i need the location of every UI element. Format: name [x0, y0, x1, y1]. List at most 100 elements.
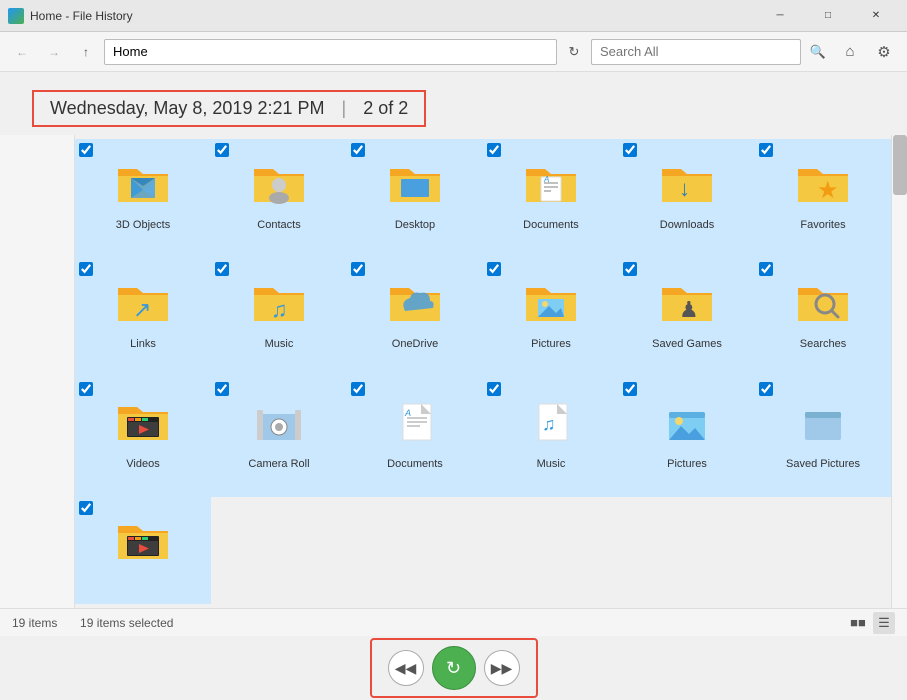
restore-button[interactable]: ↻: [432, 646, 476, 690]
status-separator: [65, 616, 72, 630]
view-controls: ■■ ☰: [847, 612, 895, 634]
svg-text:♟: ♟: [679, 297, 699, 322]
item-checkbox[interactable]: [215, 262, 229, 276]
file-music2-icon: ♫: [515, 384, 587, 456]
folder-searches-icon: [787, 264, 859, 336]
list-item[interactable]: [75, 497, 211, 604]
item-checkbox[interactable]: [623, 143, 637, 157]
item-label: Pictures: [531, 338, 571, 350]
grid-view-button[interactable]: ■■: [847, 612, 869, 634]
item-checkbox[interactable]: [79, 382, 93, 396]
item-checkbox[interactable]: [79, 143, 93, 157]
folder-documents-icon: A: [515, 145, 587, 217]
list-item[interactable]: 3D Objects: [75, 139, 211, 258]
forward-button[interactable]: →: [40, 38, 68, 66]
list-item[interactable]: Searches: [755, 258, 891, 377]
folder-downloads-icon: ↓: [651, 145, 723, 217]
item-checkbox[interactable]: [487, 143, 501, 157]
item-checkbox[interactable]: [759, 382, 773, 396]
window-controls: ─ □ ✕: [757, 0, 899, 32]
search-input[interactable]: [591, 39, 801, 65]
svg-text:↗: ↗: [133, 297, 151, 322]
list-item[interactable]: Pictures: [619, 378, 755, 497]
playback-controls-box: ◀◀ ↻ ▶▶: [370, 638, 538, 698]
home-button[interactable]: ⌂: [835, 38, 865, 66]
bottom-controls: ◀◀ ↻ ▶▶: [0, 636, 907, 700]
svg-text:★: ★: [817, 177, 839, 204]
item-checkbox[interactable]: [623, 262, 637, 276]
list-view-button[interactable]: ☰: [873, 612, 895, 634]
folder-desktop-icon: [379, 145, 451, 217]
list-item[interactable]: ♟ Saved Games: [619, 258, 755, 377]
list-item[interactable]: ♫ Music: [483, 378, 619, 497]
item-label: Documents: [387, 458, 443, 470]
item-checkbox[interactable]: [623, 382, 637, 396]
list-item[interactable]: OneDrive: [347, 258, 483, 377]
item-checkbox[interactable]: [759, 143, 773, 157]
list-item[interactable]: Videos: [75, 378, 211, 497]
item-checkbox[interactable]: [351, 262, 365, 276]
item-label: Videos: [126, 458, 159, 470]
item-checkbox[interactable]: [351, 382, 365, 396]
item-label: Music: [537, 458, 566, 470]
item-checkbox[interactable]: [79, 262, 93, 276]
svg-text:↓: ↓: [679, 176, 690, 201]
maximize-button[interactable]: □: [805, 0, 851, 32]
back-button[interactable]: ←: [8, 38, 36, 66]
item-label: Contacts: [257, 219, 300, 231]
settings-button[interactable]: ⚙: [869, 38, 899, 66]
item-label: Downloads: [660, 219, 714, 231]
item-label: OneDrive: [392, 338, 438, 350]
date-separator: |: [342, 98, 347, 118]
item-label: Links: [130, 338, 156, 350]
folder-videos-icon: [107, 384, 179, 456]
list-item[interactable]: Pictures: [483, 258, 619, 377]
list-item[interactable]: Camera Roll: [211, 378, 347, 497]
svg-text:♫: ♫: [271, 297, 288, 322]
item-checkbox[interactable]: [215, 143, 229, 157]
item-checkbox[interactable]: [79, 501, 93, 515]
title-bar: Home - File History ─ □ ✕: [0, 0, 907, 32]
item-label: Desktop: [395, 219, 435, 231]
list-item[interactable]: ↗ Links: [75, 258, 211, 377]
refresh-button[interactable]: ↻: [561, 39, 587, 65]
list-item[interactable]: ★ Favorites: [755, 139, 891, 258]
scroll-thumb[interactable]: [893, 135, 907, 195]
sidebar: [0, 135, 75, 608]
folder-savedgames-icon: ♟: [651, 264, 723, 336]
folder-contacts-icon: [243, 145, 315, 217]
item-checkbox[interactable]: [215, 382, 229, 396]
folder-pictures2-icon: [651, 384, 723, 456]
item-checkbox[interactable]: [759, 262, 773, 276]
date-header-area: Wednesday, May 8, 2019 2:21 PM | 2 of 2: [0, 72, 907, 135]
app-icon: [8, 8, 24, 24]
item-checkbox[interactable]: [487, 382, 501, 396]
item-checkbox[interactable]: [487, 262, 501, 276]
minimize-button[interactable]: ─: [757, 0, 803, 32]
list-item[interactable]: ♫ Music: [211, 258, 347, 377]
search-button[interactable]: 🔍: [805, 39, 831, 65]
folder-savedpictures-icon: [787, 384, 859, 456]
list-item[interactable]: Desktop: [347, 139, 483, 258]
list-item[interactable]: A Documents: [347, 378, 483, 497]
window-title: Home - File History: [30, 9, 757, 23]
svg-text:♫: ♫: [542, 414, 556, 434]
next-button[interactable]: ▶▶: [484, 650, 520, 686]
list-item[interactable]: A Documents: [483, 139, 619, 258]
folder-pictures-icon: [515, 264, 587, 336]
folder-links-icon: ↗: [107, 264, 179, 336]
address-input[interactable]: [104, 39, 557, 65]
up-button[interactable]: ↑: [72, 38, 100, 66]
scrollbar[interactable]: [891, 135, 907, 608]
item-label: Camera Roll: [248, 458, 309, 470]
list-item[interactable]: ↓ Downloads: [619, 139, 755, 258]
close-button[interactable]: ✕: [853, 0, 899, 32]
list-item[interactable]: Saved Pictures: [755, 378, 891, 497]
list-item[interactable]: Contacts: [211, 139, 347, 258]
item-checkbox[interactable]: [351, 143, 365, 157]
folder-favorites-icon: ★: [787, 145, 859, 217]
prev-button[interactable]: ◀◀: [388, 650, 424, 686]
folder-cameraroll-icon: [243, 384, 315, 456]
item-label: Documents: [523, 219, 579, 231]
file-grid-wrapper: 3D Objects Contacts: [75, 135, 891, 608]
